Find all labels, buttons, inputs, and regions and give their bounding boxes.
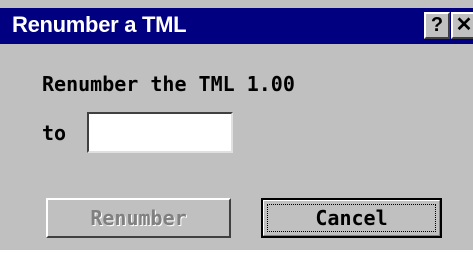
help-button[interactable]: ? [424,12,450,39]
title-bar[interactable]: Renumber a TML ? ✕ [0,8,473,44]
window-title: Renumber a TML [12,12,187,37]
close-icon: ✕ [455,14,473,36]
renumber-dialog: Renumber a TML ? ✕ Renumber the TML 1.00… [0,0,473,250]
renumber-prompt: Renumber the TML 1.00 [42,72,295,96]
help-icon: ? [430,14,444,36]
cancel-button[interactable]: Cancel [261,198,442,238]
to-label: to [42,121,67,145]
renumber-button[interactable]: Renumber [46,198,231,238]
close-button[interactable]: ✕ [451,12,473,39]
cancel-button-label: Cancel [315,206,388,230]
new-number-input[interactable] [87,112,233,153]
renumber-button-label: Renumber [90,206,187,230]
